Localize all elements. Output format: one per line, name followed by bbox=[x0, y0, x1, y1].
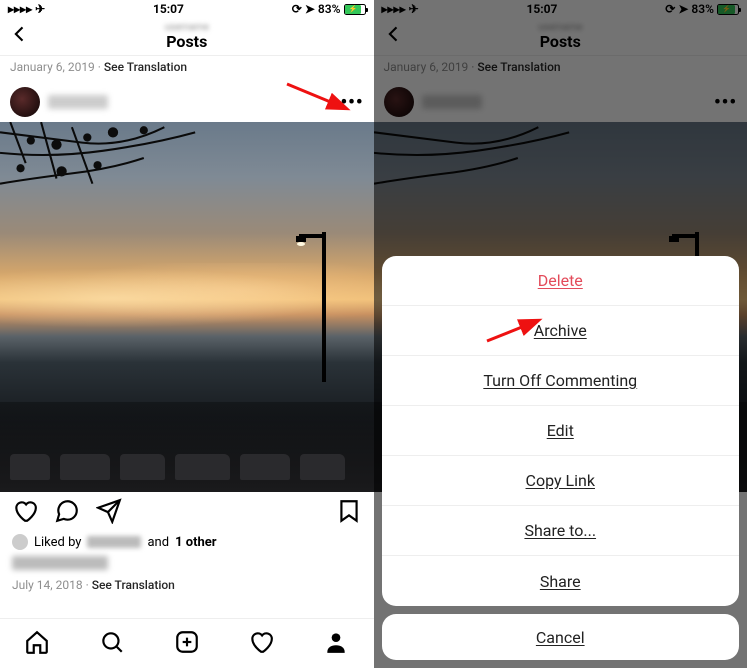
liked-by-other: 1 other bbox=[175, 535, 217, 550]
likes-row[interactable]: Liked by and 1 other bbox=[0, 534, 374, 554]
action-sheet: Delete Archive Turn Off Commenting Edit … bbox=[382, 256, 740, 660]
location-icon: ➤ bbox=[305, 2, 315, 16]
charging-icon: ⚡ bbox=[345, 5, 362, 14]
comment-button[interactable] bbox=[54, 498, 80, 528]
tab-activity[interactable] bbox=[248, 629, 274, 659]
sheet-cancel[interactable]: Cancel bbox=[382, 614, 740, 660]
status-time: 15:07 bbox=[153, 2, 184, 16]
liked-by-and: and bbox=[147, 535, 169, 550]
sheet-copy-link[interactable]: Copy Link bbox=[382, 456, 740, 506]
battery-pct: 83% bbox=[318, 2, 341, 16]
status-bar: ▸▸▸▸✈ 15:07 ⟳➤83%⚡ bbox=[374, 0, 747, 18]
tab-home[interactable] bbox=[24, 629, 50, 659]
nav-header: username Posts bbox=[0, 18, 374, 56]
liker-name bbox=[87, 536, 141, 548]
sheet-archive[interactable]: Archive bbox=[382, 306, 740, 356]
action-sheet-list: Delete Archive Turn Off Commenting Edit … bbox=[382, 256, 740, 606]
status-right: ⟳ ➤ 83% ⚡ bbox=[292, 2, 366, 16]
tab-profile[interactable] bbox=[323, 629, 349, 659]
tab-add[interactable] bbox=[174, 629, 200, 659]
nav-title: Posts bbox=[166, 33, 207, 51]
post-action-bar bbox=[0, 492, 374, 534]
nav-subtitle: username bbox=[165, 22, 209, 33]
battery-icon: ⚡ bbox=[344, 4, 366, 15]
liker-avatar bbox=[12, 534, 28, 550]
sheet-edit[interactable]: Edit bbox=[382, 406, 740, 456]
caption bbox=[12, 556, 108, 570]
prior-post-meta: January 6, 2019 · See Translation bbox=[0, 56, 374, 82]
tab-bar bbox=[0, 618, 374, 668]
screen-right: ▸▸▸▸✈ 15:07 ⟳➤83%⚡ usernamePosts January… bbox=[374, 0, 747, 668]
post-header: ••• bbox=[0, 82, 374, 122]
back-button[interactable] bbox=[384, 24, 404, 50]
see-translation-link[interactable]: See Translation bbox=[92, 578, 175, 592]
save-button[interactable] bbox=[336, 498, 362, 528]
airplane-icon: ✈ bbox=[35, 2, 45, 16]
sheet-share-to[interactable]: Share to... bbox=[382, 506, 740, 556]
sheet-delete[interactable]: Delete bbox=[382, 256, 740, 306]
post-date: July 14, 2018 bbox=[12, 578, 83, 592]
share-button[interactable] bbox=[96, 498, 122, 528]
status-left: ▸▸▸▸ ✈ bbox=[8, 2, 45, 16]
streetlamp bbox=[294, 232, 344, 382]
caption-row bbox=[0, 554, 374, 572]
signal-icon: ▸▸▸▸ bbox=[8, 2, 32, 16]
screen-left: ▸▸▸▸ ✈ 15:07 ⟳ ➤ 83% ⚡ username Posts Ja… bbox=[0, 0, 374, 668]
more-options-button[interactable]: ••• bbox=[714, 92, 737, 113]
liked-by-prefix: Liked by bbox=[34, 535, 81, 550]
post-date-row: July 14, 2018 · See Translation bbox=[0, 572, 374, 600]
avatar[interactable] bbox=[10, 87, 40, 117]
prior-date: January 6, 2019 bbox=[10, 60, 95, 74]
sheet-turn-off-commenting[interactable]: Turn Off Commenting bbox=[382, 356, 740, 406]
lock-rotation-icon: ⟳ bbox=[292, 2, 302, 16]
nav-title-stack: username Posts bbox=[165, 22, 209, 51]
status-bar: ▸▸▸▸ ✈ 15:07 ⟳ ➤ 83% ⚡ bbox=[0, 0, 374, 18]
ground bbox=[0, 402, 374, 492]
sheet-share[interactable]: Share bbox=[382, 556, 740, 606]
post-image[interactable] bbox=[0, 122, 374, 492]
back-button[interactable] bbox=[10, 24, 30, 50]
like-button[interactable] bbox=[12, 498, 38, 528]
tree-branches bbox=[0, 122, 205, 307]
see-translation-link[interactable]: See Translation bbox=[104, 60, 187, 74]
tab-search[interactable] bbox=[99, 629, 125, 659]
more-options-button[interactable]: ••• bbox=[341, 92, 364, 113]
username[interactable] bbox=[48, 95, 108, 109]
